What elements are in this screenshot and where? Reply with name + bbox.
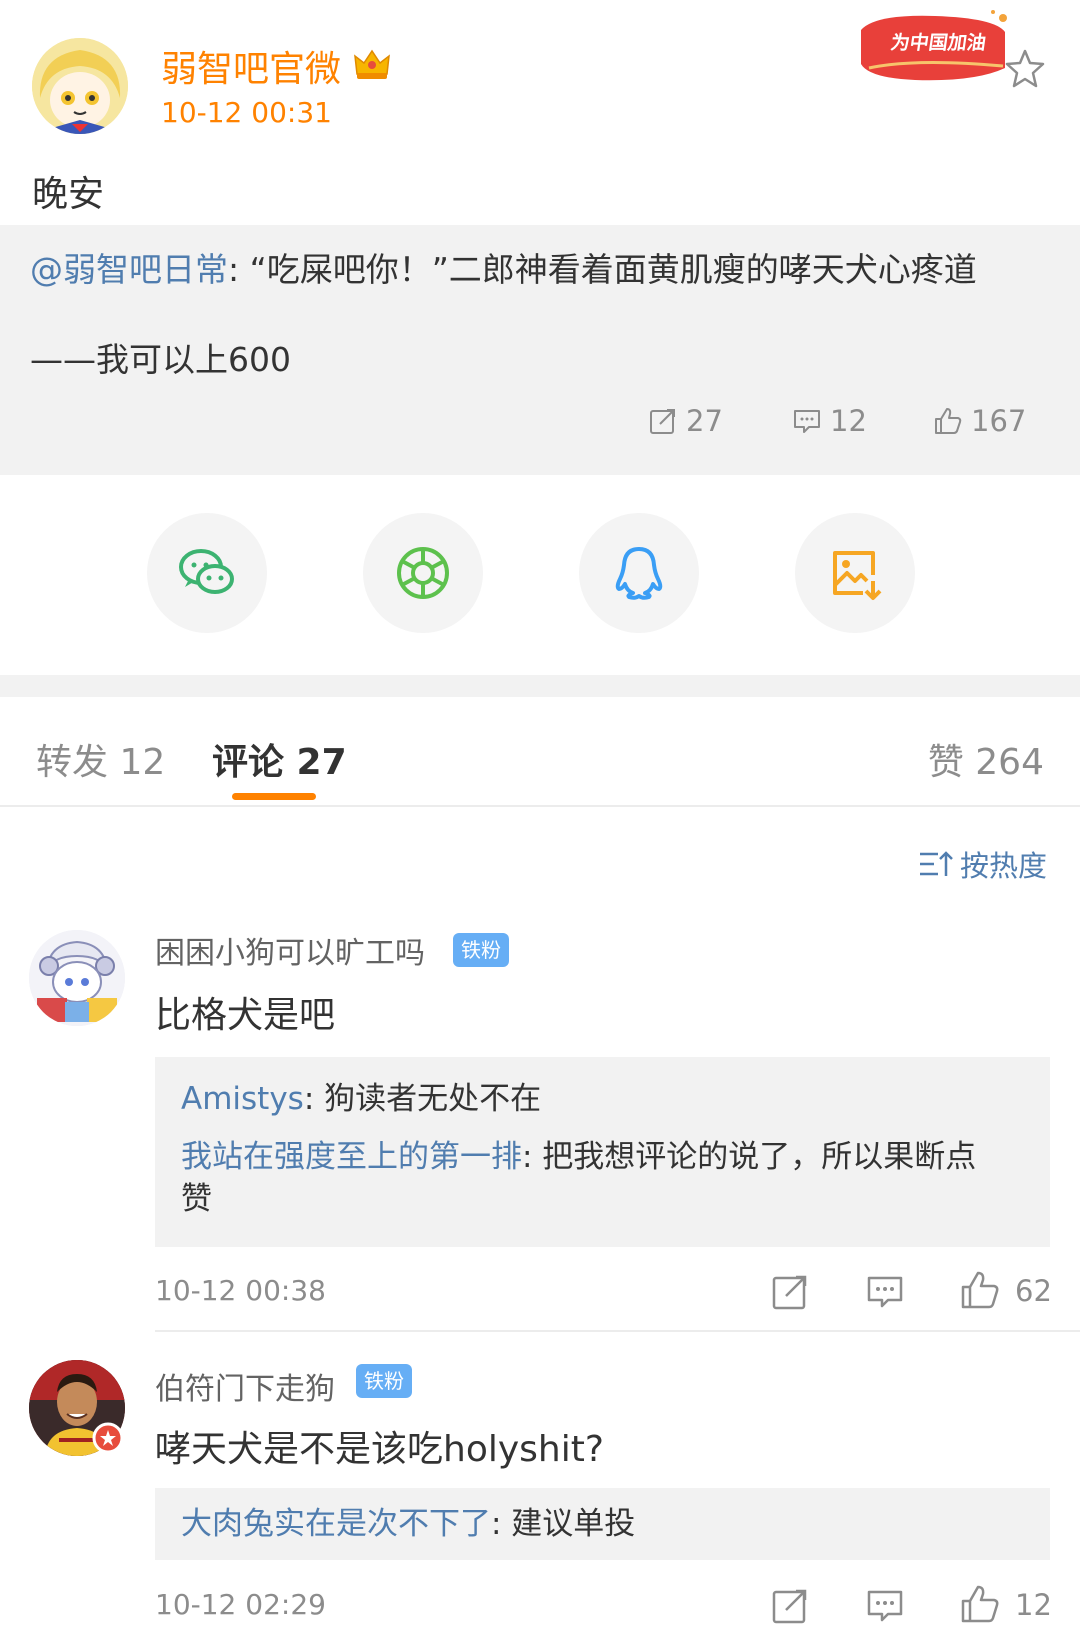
repost-icon (772, 1589, 807, 1624)
share-wechat-button[interactable] (147, 513, 267, 633)
post-time: 10-12 00:31 (161, 96, 332, 129)
wechat-icon (179, 549, 234, 594)
comment-icon (867, 1590, 903, 1622)
author-avatar[interactable] (32, 38, 128, 134)
comment-username[interactable]: 伯符门下走狗 (155, 1364, 335, 1408)
qq-icon (615, 547, 663, 600)
comment-divider (155, 1330, 1080, 1332)
tab-likes[interactable]: 赞 264 (928, 733, 1044, 785)
repost-count-label: 27 (686, 404, 723, 438)
star-icon[interactable] (1003, 47, 1047, 91)
tab-comments[interactable]: 评论 27 (212, 733, 347, 785)
repost-text-body: : “吃屎吧你！”二郎神看着面黄肌瘦的哮天犬心疼道 (228, 250, 977, 289)
reply-username[interactable]: 我站在强度至上的第一排 (181, 1139, 522, 1175)
comment-like-count: 12 (1015, 1588, 1052, 1622)
reply-text-continued: 赞 (181, 1181, 212, 1217)
repost-text-line2: ——我可以上600 (30, 340, 291, 379)
repost-block[interactable]: @弱智吧日常: “吃屎吧你！”二郎神看着面黄肌瘦的哮天犬心疼道 ——我可以上60… (0, 225, 1080, 475)
comment-like-button[interactable] (960, 1584, 1000, 1624)
reply-username[interactable]: 大肉兔实在是次不下了 (181, 1506, 491, 1542)
comment-text: 比格犬是吧 (155, 995, 336, 1036)
comment-time: 10-12 00:38 (155, 1274, 326, 1307)
reply-item: 我站在强度至上的第一排: 把我想评论的说了，所以果断点 (181, 1137, 976, 1177)
comment-like-button[interactable] (960, 1270, 1000, 1310)
post-text: 晚安 (32, 174, 105, 215)
comment-count-label: 12 (830, 404, 867, 438)
repost-comment-count[interactable]: 12 (792, 401, 867, 441)
reply-box[interactable]: 大肉兔实在是次不下了: 建议单投 (155, 1488, 1050, 1560)
comment-reply-button[interactable] (865, 1586, 905, 1626)
reply-item: 大肉兔实在是次不下了: 建议单投 (181, 1504, 635, 1544)
repost-like-count[interactable]: 167 (933, 401, 1026, 441)
repost-icon (772, 1275, 807, 1310)
comment-repost-button[interactable] (770, 1272, 810, 1312)
like-count-label: 167 (971, 404, 1027, 438)
tab-bar: 转发 12 评论 27 赞 264 (0, 697, 1080, 807)
comment-avatar[interactable] (29, 930, 125, 1026)
reply-username[interactable]: Amistys (181, 1081, 304, 1117)
thumbs-up-icon (935, 408, 962, 434)
comment-reply-button[interactable] (865, 1272, 905, 1312)
fan-badge: 铁粉 (453, 933, 509, 967)
save-image-button[interactable] (795, 513, 915, 633)
moments-icon (397, 547, 449, 599)
promo-text: 为中国加油 (889, 32, 988, 54)
tab-reposts[interactable]: 转发 12 (36, 733, 165, 785)
share-qq-button[interactable] (579, 513, 699, 633)
share-moments-button[interactable] (363, 513, 483, 633)
save-image-icon (833, 551, 882, 600)
sort-icon (920, 851, 953, 876)
comment-username[interactable]: 困困小狗可以旷工吗 (155, 928, 425, 972)
share-row (0, 475, 1080, 675)
thumbs-up-icon (961, 1271, 999, 1309)
crown-icon (353, 46, 391, 82)
comment-text: 哮天犬是不是该吃holyshit? (155, 1429, 604, 1470)
reply-box[interactable]: Amistys: 狗读者无处不在 我站在强度至上的第一排: 把我想评论的说了，所… (155, 1057, 1050, 1247)
verified-badge-icon (92, 1422, 124, 1454)
fan-badge: 铁粉 (356, 1364, 412, 1398)
repost-icon (650, 409, 675, 434)
sort-button[interactable]: 按热度 (918, 844, 1047, 884)
reply-item: Amistys: 狗读者无处不在 (181, 1079, 541, 1119)
reply-text: : 建议单投 (491, 1506, 636, 1542)
comment-time: 10-12 02:29 (155, 1588, 326, 1621)
thumbs-up-icon (961, 1585, 999, 1623)
comment-icon (794, 410, 820, 433)
sort-label: 按热度 (960, 849, 1048, 883)
comment-like-count: 62 (1015, 1274, 1052, 1308)
repost-text: @弱智吧日常: “吃屎吧你！”二郎神看着面黄肌瘦的哮天犬心疼道 (30, 243, 977, 291)
comment-repost-button[interactable] (770, 1586, 810, 1626)
promo-badge[interactable]: 为中国加油 (855, 8, 1015, 88)
reply-text: : 把我想评论的说了，所以果断点 (522, 1139, 977, 1175)
repost-repost-count[interactable]: 27 (648, 401, 723, 441)
post-header: 弱智吧官微 10-12 00:31 为中国加油 晚安 (0, 0, 1080, 225)
repost-mention[interactable]: @弱智吧日常 (30, 250, 228, 289)
active-tab-indicator (232, 793, 316, 800)
section-divider (0, 675, 1080, 697)
reply-text: : 狗读者无处不在 (303, 1081, 542, 1117)
author-name[interactable]: 弱智吧官微 (161, 40, 341, 92)
comment-icon (867, 1276, 903, 1308)
